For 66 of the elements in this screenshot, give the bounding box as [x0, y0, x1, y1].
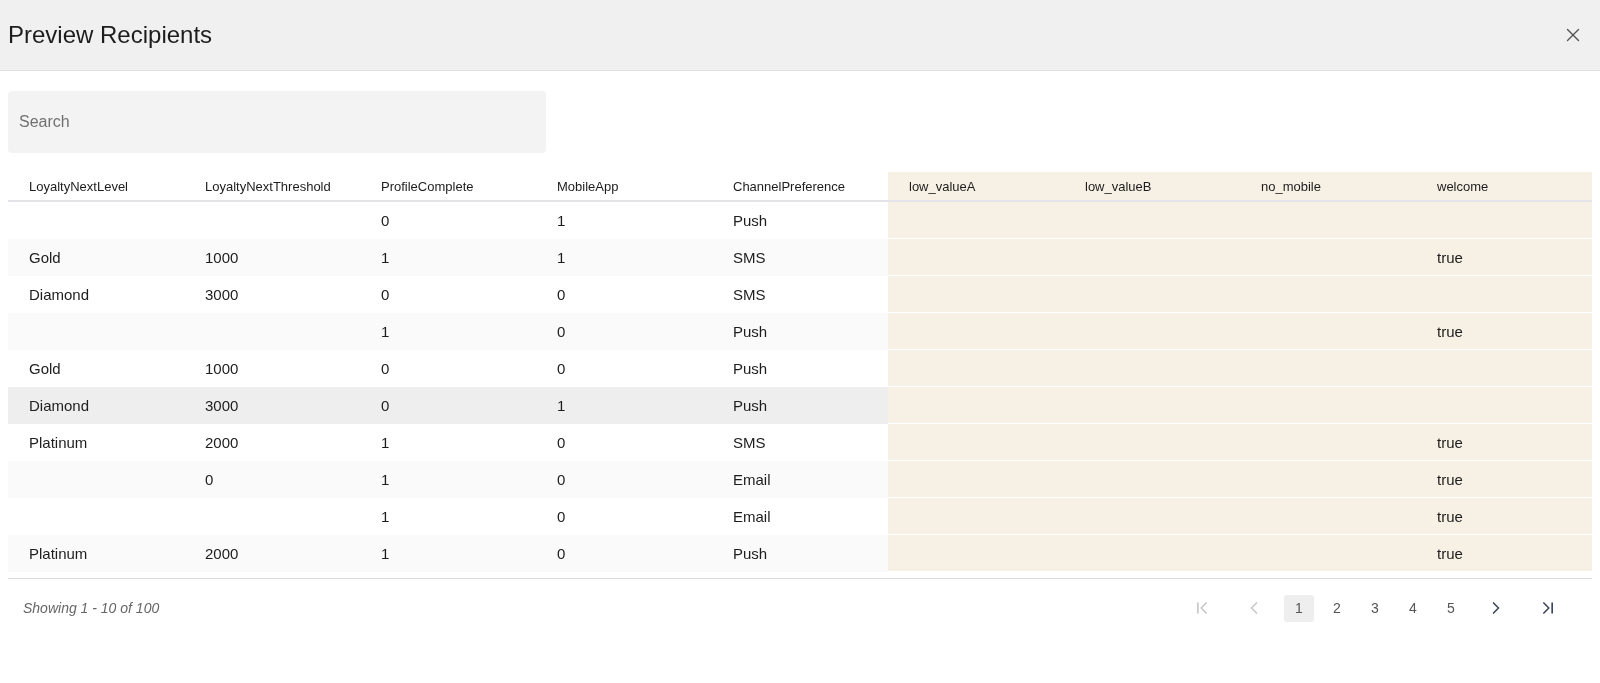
- table-cell-text: 1000: [204, 358, 240, 379]
- page-button[interactable]: 3: [1360, 594, 1390, 622]
- table-cell-text: 0: [380, 395, 391, 416]
- table-cell-text: Push: [732, 321, 769, 342]
- table-row[interactable]: 0 1 0 Email true: [8, 461, 1592, 498]
- page-button[interactable]: 2: [1322, 594, 1352, 622]
- table-cell-text: 0: [556, 469, 567, 490]
- table-cell-text: 0: [556, 358, 567, 379]
- table-cell-text: 0: [204, 469, 215, 490]
- table-cell-text: 1: [556, 395, 567, 416]
- table-cell-text: Push: [732, 358, 769, 379]
- table-cell-text: 1: [380, 432, 391, 453]
- table-cell-text: Platinum: [28, 543, 89, 564]
- table-cell-text: Gold: [28, 358, 62, 379]
- table-cell-text: Push: [732, 543, 769, 564]
- table-cell-text: 1000: [204, 247, 240, 268]
- column-header: low_valueB: [1064, 172, 1240, 202]
- table-cell-text: Push: [732, 210, 769, 231]
- table-cell-text: 1: [380, 543, 391, 564]
- table-row[interactable]: Diamond 3000 0 1 Push: [8, 387, 1592, 424]
- table-cell-text: Diamond: [28, 395, 91, 416]
- table-cell-text: 1: [380, 321, 391, 342]
- table-cell-text: 1: [556, 247, 567, 268]
- table-cell-text: 0: [556, 321, 567, 342]
- column-header: no_mobile: [1240, 172, 1416, 202]
- table-cell-text: Platinum: [28, 432, 89, 453]
- table-cell-text: 3000: [204, 395, 240, 416]
- table-cell-text: Push: [732, 395, 769, 416]
- table-row[interactable]: Platinum 2000 1 0 Push true: [8, 535, 1592, 572]
- column-header: low_valueA: [888, 172, 1064, 202]
- table-cell-text: 1: [556, 210, 567, 231]
- table-row[interactable]: Gold 1000 1 1 SMS true: [8, 239, 1592, 276]
- table-cell-text: 0: [556, 543, 567, 564]
- table-cell-text: SMS: [732, 432, 767, 453]
- table-cell: true: [1416, 424, 1592, 461]
- table-cell-text: 1: [380, 469, 391, 490]
- table-cell: true: [1416, 239, 1592, 276]
- table-cell-text: 0: [380, 358, 391, 379]
- column-header: welcome: [1416, 172, 1592, 202]
- page-button[interactable]: 4: [1398, 594, 1428, 622]
- table-cell: true: [1416, 498, 1592, 535]
- table-cell-text: 2000: [204, 543, 240, 564]
- table-cell-text: Gold: [28, 247, 62, 268]
- table-row[interactable]: 1 0 Push true: [8, 313, 1592, 350]
- table-cell-text: 0: [380, 284, 391, 305]
- search-field[interactable]: Search: [8, 91, 546, 153]
- dialog-title: Preview Recipients: [8, 21, 213, 49]
- table-cell: true: [1416, 535, 1592, 572]
- table-cell: true: [1416, 313, 1592, 350]
- table-cell-text: 2000: [204, 432, 240, 453]
- table-cell-text: SMS: [732, 284, 767, 305]
- table-cell-text: 0: [556, 432, 567, 453]
- table-cell-text: Email: [732, 506, 772, 527]
- table-cell-text: 1: [380, 247, 391, 268]
- table-cell-text: SMS: [732, 247, 767, 268]
- pagination-summary: Showing 1 - 10 of 100: [22, 600, 160, 616]
- table-cell-text: 1: [380, 506, 391, 527]
- page-button[interactable]: 5: [1436, 594, 1466, 622]
- table-cell-text: 3000: [204, 284, 240, 305]
- table-cell-text: 0: [380, 210, 391, 231]
- table-cell-text: 0: [556, 506, 567, 527]
- table-cell: true: [1416, 461, 1592, 498]
- table-cell-text: 0: [556, 284, 567, 305]
- table-cell-text: Email: [732, 469, 772, 490]
- page-button[interactable]: 1: [1284, 594, 1314, 622]
- table-cell-text: Diamond: [28, 284, 91, 305]
